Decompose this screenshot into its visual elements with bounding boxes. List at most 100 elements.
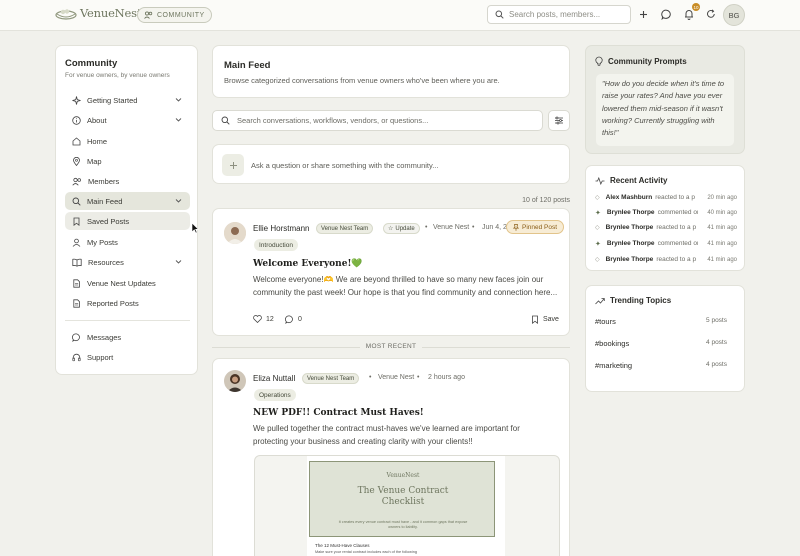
- diamond-icon: ◇: [595, 195, 600, 201]
- sidebar-item-main-feed[interactable]: Main Feed: [65, 192, 190, 210]
- pinned-label: Pinned Post: [522, 223, 558, 231]
- activity-row[interactable]: ◇ Alex Mashburn reacted to a post 20 min…: [595, 192, 737, 203]
- sidebar-item-label: About: [87, 115, 107, 125]
- feed-search-input[interactable]: Search conversations, workflows, vendors…: [212, 110, 543, 131]
- sidebar-item-members[interactable]: Members: [65, 172, 190, 190]
- chat-icon: [72, 332, 80, 342]
- comment-button[interactable]: 0: [285, 315, 302, 324]
- sidebar-item-label: Venue Nest Updates: [87, 278, 156, 288]
- activity-title-label: Recent Activity: [610, 176, 668, 185]
- search-icon: [221, 116, 230, 125]
- pdf-caption: It creates every venue contract must hav…: [338, 520, 468, 529]
- brand-logo[interactable]: VenueNest: [55, 6, 141, 20]
- save-label: Save: [543, 316, 559, 323]
- author-avatar[interactable]: [224, 222, 246, 244]
- author-name[interactable]: Ellie Horstmann: [253, 224, 309, 233]
- sidebar-item-support[interactable]: Support: [65, 348, 190, 366]
- heart-icon: [253, 315, 262, 323]
- global-search-input[interactable]: Search posts, members...: [487, 5, 631, 24]
- filter-button[interactable]: [548, 110, 570, 131]
- add-post-button[interactable]: [222, 154, 244, 176]
- search-icon: [72, 197, 81, 206]
- author-avatar[interactable]: [224, 370, 246, 392]
- topic-tag: #bookings: [595, 339, 630, 348]
- trending-topic[interactable]: #marketing 4 posts: [595, 361, 727, 370]
- notification-badge: 10: [692, 3, 700, 11]
- activity-row[interactable]: ✦ Brynlee Thorpe commented on a post 41 …: [595, 238, 737, 249]
- pdf-line: Make sure your rental contract includes …: [315, 550, 417, 554]
- ask-composer[interactable]: Ask a question or share something with t…: [212, 144, 570, 184]
- team-tag: Venue Nest Team: [302, 373, 360, 384]
- prompt-quote[interactable]: "How do you decide when it's time to rai…: [596, 74, 734, 146]
- activity-text: commented on a post: [657, 209, 698, 216]
- post-title[interactable]: Welcome Everyone!💚: [253, 259, 363, 269]
- activity-row[interactable]: ◇ Brynlee Thorpe reacted to a post 41 mi…: [595, 254, 737, 265]
- user-icon: [72, 238, 81, 247]
- divider-line: [422, 347, 570, 348]
- sidebar-item-label: Resources: [88, 257, 124, 267]
- sidebar-item-venue-nest-updates[interactable]: Venue Nest Updates: [65, 274, 190, 292]
- category-chip[interactable]: Introduction: [254, 239, 298, 251]
- trending-up-icon: [595, 297, 605, 304]
- post-card-pinned[interactable]: Ellie Horstmann Venue Nest Team ☆ Update …: [212, 208, 570, 336]
- map-pin-icon: [73, 156, 80, 166]
- like-button[interactable]: 12: [253, 315, 274, 323]
- sidebar-item-label: My Posts: [87, 237, 118, 247]
- chevron-down-icon[interactable]: [175, 96, 182, 103]
- sidebar-item-label: Map: [87, 156, 102, 166]
- add-button[interactable]: [636, 7, 650, 21]
- messages-button[interactable]: [659, 7, 673, 21]
- sidebar-item-map[interactable]: Map: [65, 152, 190, 170]
- activity-row[interactable]: ◇ Brynlee Thorpe reacted to a post 41 mi…: [595, 222, 737, 233]
- sidebar-title: Community: [65, 58, 118, 69]
- pdf-page: VenueNest The Venue Contract Checklist I…: [307, 456, 505, 556]
- user-avatar[interactable]: BG: [723, 4, 745, 26]
- pdf-brand: VenueNest: [386, 472, 420, 479]
- mouse-cursor-icon: [191, 222, 199, 234]
- sidebar-item-resources[interactable]: Resources: [65, 253, 190, 271]
- team-tag: Venue Nest Team: [316, 223, 374, 234]
- post-card[interactable]: Eliza Nuttall Venue Nest Team • Venue Ne…: [212, 358, 570, 556]
- save-button[interactable]: Save: [531, 315, 559, 324]
- author-name[interactable]: Eliza Nuttall: [253, 374, 295, 383]
- chevron-down-icon[interactable]: [175, 197, 182, 204]
- like-count: 12: [266, 315, 274, 323]
- sidebar-item-label: Reported Posts: [87, 298, 139, 308]
- chevron-down-icon[interactable]: [175, 258, 182, 265]
- sidebar-item-about[interactable]: About: [65, 111, 190, 129]
- post-title[interactable]: NEW PDF!! Contract Must Haves!: [253, 408, 424, 418]
- dot-separator: •: [425, 224, 428, 231]
- category-chip[interactable]: Operations: [254, 389, 296, 401]
- trending-title: Trending Topics: [595, 296, 671, 305]
- sidebar-item-my-posts[interactable]: My Posts: [65, 233, 190, 251]
- activity-pulse-icon: [595, 176, 605, 185]
- sidebar-item-reported-posts[interactable]: Reported Posts: [65, 294, 190, 312]
- refresh-button[interactable]: [704, 7, 718, 21]
- dot-separator: •: [417, 374, 420, 381]
- trending-topic[interactable]: #tours 5 posts: [595, 317, 727, 326]
- sparkle-icon: ✦: [595, 209, 601, 217]
- activity-row[interactable]: ✦ Brynlee Thorpe commented on a post 40 …: [595, 207, 737, 218]
- document-icon: [73, 278, 80, 288]
- top-bar: VenueNest COMMUNITY Search posts, member…: [0, 0, 800, 31]
- topic-tag: #marketing: [595, 361, 633, 370]
- global-search-placeholder: Search posts, members...: [509, 10, 601, 19]
- sidebar-item-messages[interactable]: Messages: [65, 328, 190, 346]
- trending-topic[interactable]: #bookings 4 posts: [595, 339, 727, 348]
- sidebar-item-label: Getting Started: [87, 95, 138, 105]
- activity-user: Brynlee Thorpe: [605, 256, 654, 263]
- recent-activity-card: Recent Activity ◇ Alex Mashburn reacted …: [585, 165, 745, 271]
- notifications-button[interactable]: 10: [682, 3, 700, 21]
- sidebar-item-saved-posts[interactable]: Saved Posts: [65, 212, 190, 230]
- bookmark-icon: [73, 217, 80, 226]
- chevron-down-icon[interactable]: [175, 116, 182, 123]
- topic-count: 4 posts: [706, 339, 727, 346]
- sidebar-item-home[interactable]: Home: [65, 132, 190, 150]
- author-photo-icon: [224, 370, 246, 392]
- sidebar-item-getting-started[interactable]: Getting Started: [65, 91, 190, 109]
- star-icon: ☆: [388, 226, 394, 232]
- community-pill[interactable]: COMMUNITY: [137, 7, 212, 23]
- pinned-badge: Pinned Post: [506, 220, 565, 234]
- home-icon: [72, 136, 81, 145]
- attachment-preview[interactable]: VenueNest The Venue Contract Checklist I…: [254, 455, 560, 556]
